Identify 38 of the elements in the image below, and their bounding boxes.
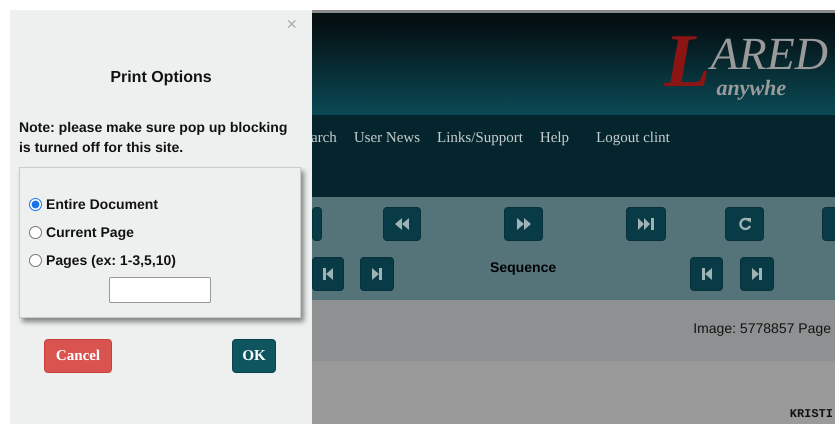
- toolbar-button[interactable]: [626, 207, 666, 241]
- skip-forward-icon: [372, 268, 382, 280]
- toolbar-button[interactable]: [504, 207, 543, 241]
- toolbar-button[interactable]: [360, 257, 394, 291]
- sequence-label: Sequence: [490, 258, 558, 277]
- toolbar-button[interactable]: [312, 257, 344, 291]
- document-text: KRISTI: [790, 406, 833, 423]
- nav-link[interactable]: Logout clint: [596, 127, 670, 150]
- image-info: Image: 5778857 Page: [693, 319, 831, 338]
- rewind-icon: [395, 218, 409, 230]
- radio-button[interactable]: [29, 254, 42, 266]
- skip-back-icon: [323, 268, 333, 280]
- skip-forward-icon: [752, 268, 762, 280]
- pages-input-field[interactable]: [109, 277, 211, 303]
- nav-link[interactable]: User News: [354, 127, 420, 150]
- logo-initial: L: [664, 23, 710, 99]
- nav-link[interactable]: Help: [540, 127, 570, 150]
- toolbar-button[interactable]: [690, 257, 723, 291]
- option-label: Entire Document: [46, 194, 158, 214]
- toolbar-button[interactable]: [725, 207, 764, 241]
- fast-forward-icon: [516, 218, 530, 230]
- skip-back-icon: [702, 268, 712, 280]
- cancel-button[interactable]: Cancel: [44, 339, 112, 373]
- skip-end-icon: [638, 218, 654, 230]
- note-text: Note: please make sure pop up blocking is turned off for this site.: [19, 118, 288, 157]
- nav-link[interactable]: Links/Support: [437, 127, 523, 150]
- radio-button[interactable]: [29, 198, 42, 210]
- option-label: Pages (ex: 1-3,5,10): [46, 250, 176, 270]
- refresh-icon: [738, 217, 752, 231]
- toolbar-button[interactable]: [312, 207, 322, 241]
- toolbar-button[interactable]: [383, 207, 421, 241]
- logo-tagline: anywhe: [716, 77, 788, 99]
- option-label: Current Page: [46, 222, 134, 242]
- dialog-title: Print Options: [110, 68, 212, 88]
- logo-text: ARED: [710, 31, 828, 77]
- ok-button[interactable]: OK: [232, 339, 276, 373]
- toolbar-button[interactable]: [740, 257, 774, 291]
- radio-button[interactable]: [29, 226, 42, 238]
